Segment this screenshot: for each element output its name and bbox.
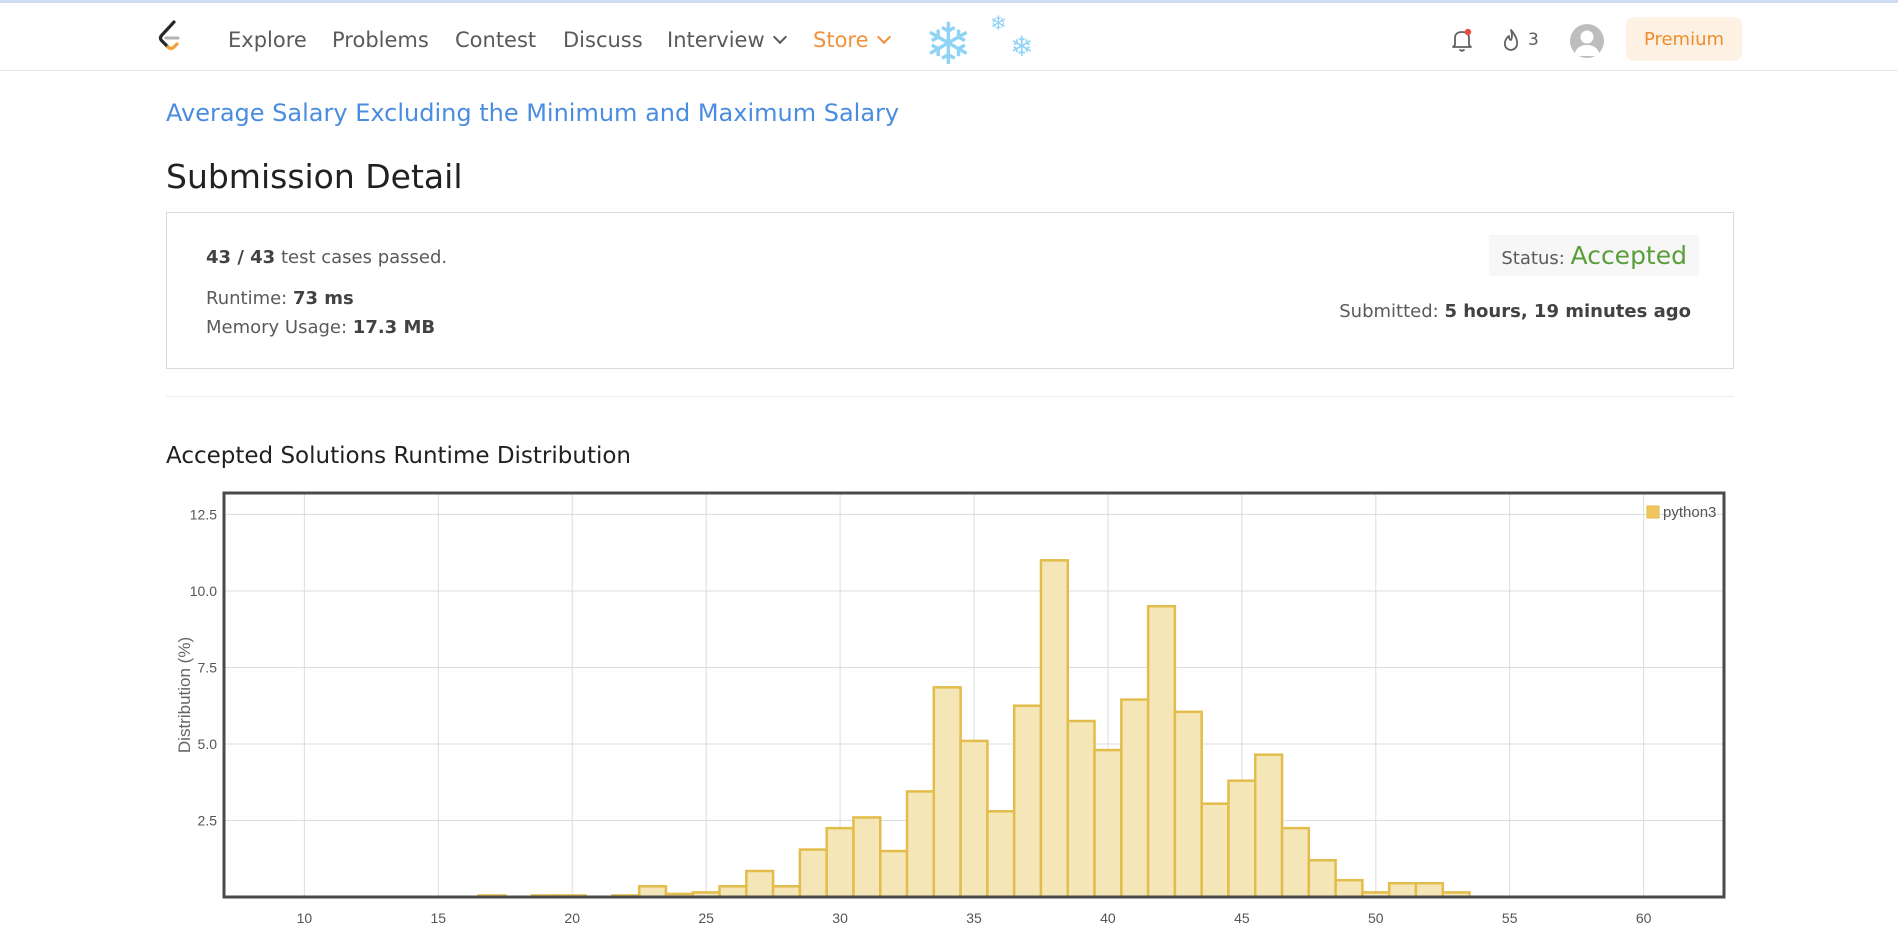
histogram-bar	[1200, 802, 1230, 899]
y-axis-label: Distribution (%)	[175, 637, 194, 753]
x-tick-label: 25	[698, 910, 714, 926]
avatar[interactable]	[1570, 24, 1604, 58]
memory-value: 17.3 MB	[352, 317, 436, 338]
x-tick-label: 15	[430, 910, 446, 926]
memory-label: Memory Usage:	[206, 317, 353, 338]
y-tick-label: 12.5	[190, 506, 217, 522]
histogram-bar	[825, 826, 855, 899]
y-tick-label: 7.5	[198, 659, 218, 675]
x-tick-label: 60	[1636, 910, 1652, 926]
histogram-bar	[1012, 704, 1043, 899]
submitted-value: 5 hours, 19 minutes ago	[1444, 301, 1691, 322]
histogram-bar	[1280, 826, 1311, 899]
leetcode-logo-icon[interactable]	[156, 19, 184, 55]
test-cases-suffix: test cases passed.	[275, 247, 448, 268]
nav-interview[interactable]: Interview	[667, 27, 787, 53]
x-tick-label: 45	[1234, 910, 1250, 926]
nav-store-label: Store	[813, 28, 869, 52]
histogram-bar	[1227, 779, 1257, 899]
nav-contest[interactable]: Contest	[455, 27, 536, 53]
histogram-bar	[905, 790, 936, 899]
bell-icon[interactable]	[1450, 27, 1474, 53]
runtime-distribution-chart: 10 15 20 25 30 35 40 45 50 55 60 2.5 5.0 7.5 10.0 12.5 D…	[175, 491, 1726, 926]
streak-counter[interactable]: 3	[1502, 27, 1539, 53]
y-tick-label: 10.0	[190, 583, 217, 599]
chevron-down-icon	[772, 29, 787, 45]
histogram-bar	[1093, 748, 1123, 899]
page-title: Submission Detail	[166, 157, 463, 196]
histogram-bar	[771, 885, 802, 899]
x-tick-label: 35	[966, 910, 982, 926]
histogram-bar	[1066, 719, 1096, 899]
x-tick-label: 55	[1502, 910, 1518, 926]
histogram-bar	[1146, 604, 1177, 899]
x-tick-label: 50	[1368, 910, 1384, 926]
legend-swatch	[1646, 505, 1660, 519]
histogram-bar	[1414, 881, 1444, 899]
streak-count: 3	[1528, 30, 1539, 50]
avatar-icon	[1574, 30, 1600, 56]
flame-icon	[1503, 29, 1519, 51]
histogram-bar	[1173, 710, 1203, 899]
problem-title-link[interactable]: Average Salary Excluding the Minimum and…	[166, 99, 899, 127]
x-tick-label: 40	[1100, 910, 1116, 926]
histogram-bar	[745, 869, 775, 899]
submitted-row: Submitted: 5 hours, 19 minutes ago	[1339, 301, 1691, 322]
runtime-row: Runtime: 73 ms	[206, 288, 354, 309]
histogram-bar	[879, 849, 909, 899]
top-navbar: Explore Problems Contest Discuss Intervi…	[0, 3, 1898, 78]
histogram-bar	[798, 848, 828, 899]
legend-label: python3	[1663, 504, 1716, 521]
histogram-bar	[1334, 878, 1364, 899]
status-label: Status:	[1501, 248, 1571, 269]
runtime-value: 73 ms	[292, 288, 354, 309]
test-cases-summary: 43 / 43 test cases passed.	[206, 247, 447, 268]
premium-button[interactable]: Premium	[1626, 17, 1742, 61]
section-divider	[166, 396, 1734, 397]
snowflake-icon: ❄	[1010, 30, 1034, 63]
snowflake-icon: ❄	[990, 11, 1007, 35]
histogram-bar	[637, 885, 668, 899]
histogram-bar	[1307, 859, 1337, 899]
histogram-bar	[959, 739, 989, 899]
x-tick-label: 20	[564, 910, 580, 926]
status-badge: Status: Accepted	[1489, 235, 1699, 276]
histogram-bar	[986, 810, 1016, 899]
memory-row: Memory Usage: 17.3 MB	[206, 317, 435, 338]
runtime-distribution-title: Accepted Solutions Runtime Distribution	[166, 443, 631, 469]
nav-store[interactable]: Store	[813, 27, 891, 53]
histogram-bar	[1254, 753, 1284, 899]
histogram-bar	[852, 816, 882, 899]
snowflake-icon: ❄	[924, 10, 973, 78]
x-tick-label: 30	[832, 910, 848, 926]
nav-problems[interactable]: Problems	[332, 27, 429, 53]
histogram-bar	[718, 885, 748, 899]
histogram-bar	[1039, 559, 1070, 899]
status-value: Accepted	[1570, 241, 1687, 270]
test-cases-passed: 43 / 43	[206, 247, 276, 268]
nav-discuss[interactable]: Discuss	[563, 27, 643, 53]
x-tick-label: 10	[297, 910, 313, 926]
nav-interview-label: Interview	[667, 28, 765, 52]
histogram-bar	[1387, 881, 1418, 899]
chevron-down-icon	[876, 29, 891, 45]
histogram-bar	[932, 686, 962, 899]
submitted-label: Submitted:	[1339, 301, 1445, 322]
submission-detail-card: 43 / 43 test cases passed. Runtime: 73 m…	[166, 212, 1734, 369]
y-tick-label: 5.0	[198, 736, 218, 752]
y-tick-label: 2.5	[198, 812, 218, 828]
histogram-bar	[1120, 698, 1150, 899]
nav-explore[interactable]: Explore	[228, 27, 307, 53]
runtime-label: Runtime:	[206, 288, 293, 309]
